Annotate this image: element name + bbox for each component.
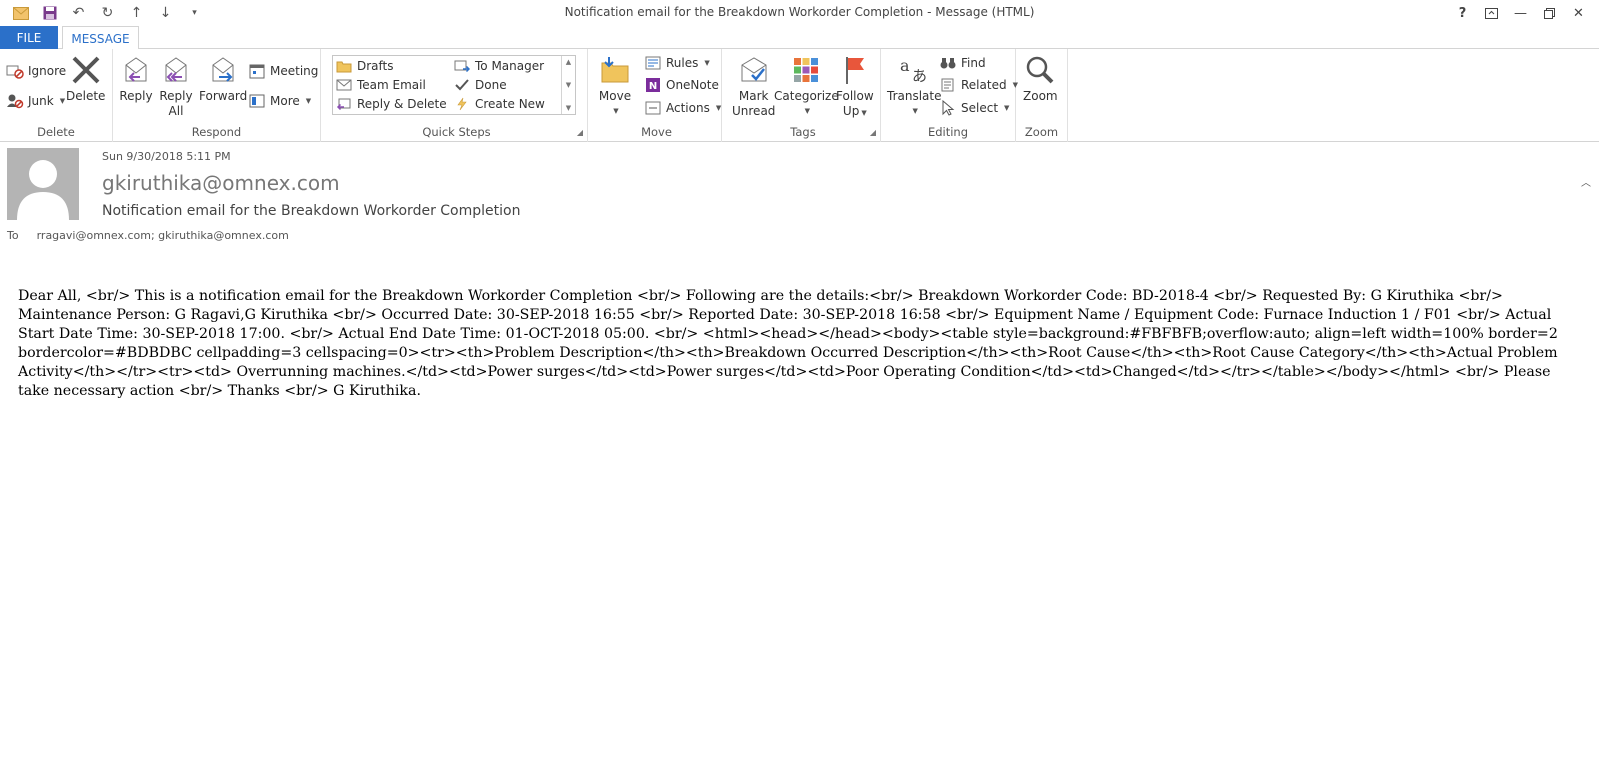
reply-button[interactable]: Reply xyxy=(119,53,153,104)
rules-icon xyxy=(644,54,662,72)
quick-steps-gallery: Drafts To Manager Team Email Done Reply … xyxy=(332,55,576,115)
quick-step-done[interactable]: Done xyxy=(453,75,507,95)
binoculars-icon xyxy=(939,54,957,72)
tab-message[interactable]: MESSAGE xyxy=(62,26,139,50)
avatar xyxy=(7,148,79,220)
reply-icon xyxy=(119,53,153,87)
recipients[interactable]: rragavi@omnex.com; gkiruthika@omnex.com xyxy=(37,229,289,242)
scroll-up-icon[interactable]: ▲ xyxy=(566,58,571,66)
onenote-button[interactable]: N OneNote xyxy=(644,75,719,95)
tab-file[interactable]: FILE xyxy=(0,26,58,49)
tags-dialog-launcher-icon[interactable]: ◢ xyxy=(870,128,876,137)
recipients-row: To rragavi@omnex.com; gkiruthika@omnex.c… xyxy=(7,229,289,242)
scroll-down-icon[interactable]: ▼ xyxy=(566,81,571,89)
actions-button[interactable]: Actions ▼ xyxy=(644,98,721,118)
message-header: Sun 9/30/2018 5:11 PM gkiruthika@omnex.c… xyxy=(0,142,1599,252)
onenote-icon: N xyxy=(644,76,662,94)
forward-icon xyxy=(206,53,240,87)
delete-group: Ignore Junk ▼ Delete Delete xyxy=(0,49,113,142)
quick-step-to-manager[interactable]: To Manager xyxy=(453,56,544,76)
reply-delete-icon xyxy=(335,95,353,113)
lightning-icon xyxy=(453,95,471,113)
ignore-button[interactable]: Ignore xyxy=(6,61,66,81)
message-body: Dear All, <br/> This is a notification e… xyxy=(18,288,1558,399)
folder-icon xyxy=(335,57,353,75)
respond-group-label: Respond xyxy=(191,125,242,139)
ribbon-tabs: FILE MESSAGE xyxy=(0,26,1599,50)
follow-up-button[interactable]: Follow Up ▼ xyxy=(836,53,874,121)
related-button[interactable]: Related ▼ xyxy=(939,75,1018,95)
window-title: Notification email for the Breakdown Wor… xyxy=(564,5,1035,19)
ribbon-display-options-icon[interactable] xyxy=(1477,2,1506,24)
window-controls: ? — ✕ xyxy=(1448,2,1593,24)
svg-text:a: a xyxy=(900,56,910,75)
more-respond-button[interactable]: More ▼ xyxy=(248,91,311,111)
tags-group: Mark Unread Categorize ▼ Follow Up ▼ Tags… xyxy=(726,49,881,142)
tags-group-label: Tags xyxy=(790,125,816,139)
move-button[interactable]: Move ▼ xyxy=(598,53,632,119)
move-group-label: Move xyxy=(641,125,672,139)
help-button[interactable]: ? xyxy=(1448,2,1477,24)
editing-group: aあ Translate ▼ Find Related ▼ Select ▼ Edi… xyxy=(881,49,1018,142)
quick-step-reply-delete[interactable]: Reply & Delete xyxy=(335,94,447,114)
related-icon xyxy=(939,76,957,94)
quick-step-team-email[interactable]: Team Email xyxy=(335,75,426,95)
junk-icon xyxy=(6,92,24,110)
title-bar: ↶ ↻ ↑ ↓ ▾ Notification email for the Bre… xyxy=(0,0,1599,26)
checkmark-icon xyxy=(453,76,471,94)
flag-icon xyxy=(838,53,872,87)
translate-button[interactable]: aあ Translate ▼ xyxy=(887,53,942,119)
reply-all-icon xyxy=(159,53,193,87)
quick-step-drafts[interactable]: Drafts xyxy=(335,56,394,76)
to-label: To xyxy=(7,229,19,242)
zoom-button[interactable]: Zoom xyxy=(1023,53,1058,104)
minimize-icon[interactable]: — xyxy=(1506,2,1535,24)
select-button[interactable]: Select ▼ xyxy=(939,98,1009,118)
forward-mail-icon xyxy=(453,57,471,75)
translate-icon: aあ xyxy=(897,53,931,87)
ribbon: Ignore Junk ▼ Delete Delete Reply Reply … xyxy=(0,49,1599,189)
svg-text:あ: あ xyxy=(912,67,927,85)
rules-button[interactable]: Rules ▼ xyxy=(644,53,710,73)
quick-steps-group-label: Quick Steps xyxy=(422,125,491,139)
forward-button[interactable]: Forward xyxy=(199,53,247,104)
editing-group-label: Editing xyxy=(927,125,969,139)
message-date: Sun 9/30/2018 5:11 PM xyxy=(102,150,231,163)
svg-text:N: N xyxy=(649,81,657,92)
mark-unread-icon xyxy=(737,53,771,87)
delete-group-label: Delete xyxy=(37,125,75,139)
respond-group: Reply Reply All Forward Meeting More ▼ R… xyxy=(113,49,321,142)
move-folder-icon xyxy=(598,53,632,87)
delete-button[interactable]: Delete xyxy=(66,53,105,104)
email-icon xyxy=(335,76,353,94)
message-subject: Notification email for the Breakdown Wor… xyxy=(102,203,521,219)
quick-steps-scrollbar[interactable]: ▲ ▼ ▼ xyxy=(561,56,575,114)
zoom-group-label: Zoom xyxy=(1024,125,1059,139)
zoom-group: Zoom Zoom xyxy=(1016,49,1068,142)
person-icon xyxy=(7,148,79,220)
sender-address[interactable]: gkiruthika@omnex.com xyxy=(102,171,340,195)
junk-button[interactable]: Junk ▼ xyxy=(6,91,65,111)
categorize-button[interactable]: Categorize ▼ xyxy=(774,53,839,119)
restore-icon[interactable] xyxy=(1535,2,1564,24)
cursor-icon xyxy=(939,99,957,117)
categorize-icon xyxy=(789,53,823,87)
gallery-expand-icon[interactable]: ▼ xyxy=(566,104,571,112)
meeting-icon xyxy=(248,62,266,80)
move-group: Move ▼ Rules ▼ N OneNote Actions ▼ Move xyxy=(592,49,722,142)
actions-icon xyxy=(644,99,662,117)
close-icon[interactable]: ✕ xyxy=(1564,2,1593,24)
quick-steps-group: Drafts To Manager Team Email Done Reply … xyxy=(326,49,588,142)
ignore-icon xyxy=(6,62,24,80)
dialog-launcher-icon[interactable]: ◢ xyxy=(577,128,583,137)
find-button[interactable]: Find xyxy=(939,53,986,73)
mark-unread-button[interactable]: Mark Unread xyxy=(732,53,775,119)
reply-all-button[interactable]: Reply All xyxy=(159,53,193,119)
delete-icon xyxy=(69,53,103,87)
more-icon xyxy=(248,92,266,110)
quick-step-create-new[interactable]: Create New xyxy=(453,94,545,114)
meeting-button[interactable]: Meeting xyxy=(248,61,318,81)
magnifier-icon xyxy=(1023,53,1057,87)
